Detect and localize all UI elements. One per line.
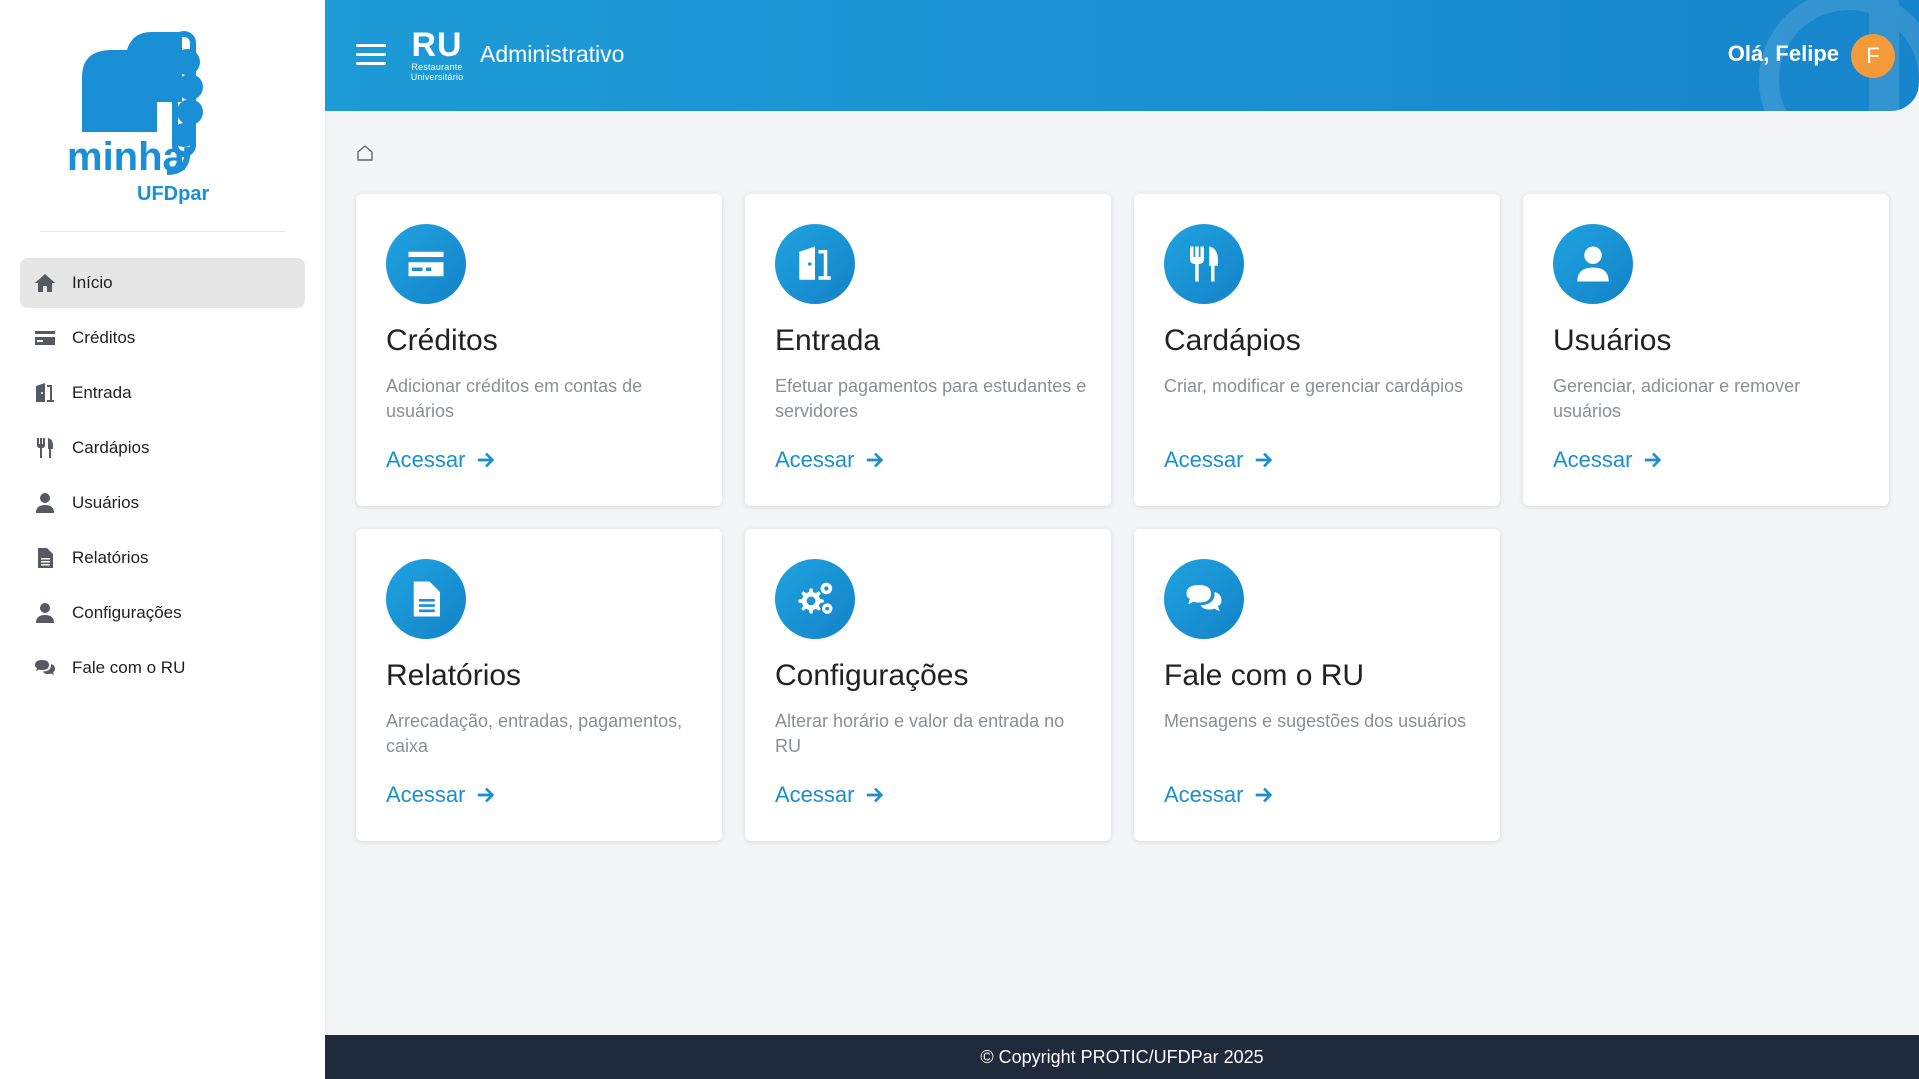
sidebar-item-label: Créditos: [72, 328, 136, 347]
acessar-link[interactable]: Acessar: [775, 782, 886, 808]
acessar-link[interactable]: Acessar: [386, 782, 497, 808]
sidebar-item-label: Fale com o RU: [72, 658, 186, 677]
sidebar-item-fale-com-o-ru[interactable]: Fale com o RU: [20, 643, 305, 693]
utensils-icon: [1164, 224, 1244, 304]
acessar-label: Acessar: [1164, 447, 1244, 472]
card-title: Cardápios: [1164, 324, 1301, 357]
header-title: Administrativo: [480, 41, 625, 67]
sidebar-item-label: Cardápios: [72, 438, 150, 457]
arrow-right-icon: [478, 787, 495, 803]
top-header: RU Restaurante Universitário Administrat…: [325, 0, 1919, 111]
acessar-link[interactable]: Acessar: [775, 447, 886, 473]
sidebar: minha UFDpar Início Créditos Entrada Car…: [0, 0, 325, 1079]
card-creditos: Créditos Adicionar créditos em contas de…: [356, 194, 722, 506]
card-title: Usuários: [1553, 324, 1672, 357]
acessar-link[interactable]: Acessar: [386, 447, 497, 473]
card-description: Adicionar créditos em contas de usuários: [386, 376, 643, 421]
sidebar-item-label: Relatórios: [72, 548, 149, 567]
arrow-right-icon: [867, 787, 884, 803]
ru-logo[interactable]: RU Restaurante Universitário: [401, 28, 473, 82]
sidebar-item-relatorios[interactable]: Relatórios: [20, 533, 305, 583]
document-icon: [386, 559, 466, 639]
card-configuracoes: Configurações Alterar horário e valor da…: [745, 529, 1111, 841]
arrow-right-icon: [478, 452, 495, 468]
chat-icon: [32, 655, 58, 681]
acessar-label: Acessar: [386, 447, 466, 472]
document-icon: [32, 545, 58, 571]
user-icon: [1553, 224, 1633, 304]
card-title: Relatórios: [386, 659, 522, 692]
arrow-right-icon: [1256, 452, 1273, 468]
card-relatorios: Relatórios Arrecadação, entradas, pagame…: [356, 529, 722, 841]
acessar-link[interactable]: Acessar: [1164, 447, 1275, 473]
acessar-label: Acessar: [386, 782, 466, 807]
user-icon: [32, 490, 58, 516]
sidebar-item-entrada[interactable]: Entrada: [20, 368, 305, 418]
chat-icon: [1164, 559, 1244, 639]
card-title: Configurações: [775, 659, 969, 692]
sidebar-item-inicio[interactable]: Início: [20, 258, 305, 308]
ru-logo-title: RU: [411, 26, 463, 64]
acessar-label: Acessar: [1553, 447, 1633, 472]
user-greeting[interactable]: Olá, Felipe: [1728, 41, 1839, 67]
gears-icon: [775, 559, 855, 639]
sidebar-item-cardapios[interactable]: Cardápios: [20, 423, 305, 473]
home-icon: [32, 270, 58, 296]
card-entrada: Entrada Efetuar pagamentos para estudant…: [745, 194, 1111, 506]
logo-divider: [40, 231, 285, 232]
card-usuarios: Usuários Gerenciar, adicionar e remover …: [1523, 194, 1889, 506]
arrow-right-icon: [1256, 787, 1273, 803]
sidebar-item-usuarios[interactable]: Usuários: [20, 478, 305, 528]
hamburger-bar: [356, 44, 386, 47]
hamburger-bar: [356, 62, 386, 65]
logo-text-sub: UFDpar: [137, 183, 209, 205]
arrow-right-icon: [1645, 452, 1662, 468]
acessar-link[interactable]: Acessar: [1164, 782, 1275, 808]
acessar-label: Acessar: [1164, 782, 1244, 807]
credit-card-icon: [386, 224, 466, 304]
hamburger-bar: [356, 53, 386, 56]
card-title: Entrada: [775, 324, 881, 357]
sidebar-item-configuracoes[interactable]: Configurações: [20, 588, 305, 638]
acessar-label: Acessar: [775, 782, 855, 807]
sidebar-item-creditos[interactable]: Créditos: [20, 313, 305, 363]
card-description: Gerenciar, adicionar e remover usuários: [1553, 376, 1801, 421]
card-cardapios: Cardápios Criar, modificar e gerenciar c…: [1134, 194, 1500, 506]
acessar-link[interactable]: Acessar: [1553, 447, 1664, 473]
arrow-right-icon: [867, 452, 884, 468]
sidebar-item-label: Entrada: [72, 383, 132, 402]
card-description: Efetuar pagamentos para estudantes e ser…: [775, 376, 1087, 421]
ru-logo-subtitle-2: Universitário: [410, 72, 464, 82]
utensils-icon: [32, 435, 58, 461]
card-title: Créditos: [386, 324, 498, 357]
breadcrumb-home-icon[interactable]: [355, 143, 375, 163]
user-icon: [32, 600, 58, 626]
door-icon: [32, 380, 58, 406]
sidebar-item-label: Início: [72, 273, 113, 292]
sidebar-item-label: Usuários: [72, 493, 140, 512]
footer: © Copyright PROTIC/UFDPar 2025: [325, 1035, 1919, 1079]
card-description: Criar, modificar e gerenciar cardápios: [1164, 376, 1464, 396]
acessar-label: Acessar: [775, 447, 855, 472]
footer-copyright: © Copyright PROTIC/UFDPar 2025: [980, 1046, 1264, 1067]
card-description: Mensagens e sugestões dos usuários: [1164, 711, 1467, 731]
card-fale-com-o-ru: Fale com o RU Mensagens e sugestões dos …: [1134, 529, 1500, 841]
card-description: Alterar horário e valor da entrada no RU: [775, 711, 1065, 756]
door-icon: [775, 224, 855, 304]
sidebar-item-label: Configurações: [72, 603, 182, 622]
card-description: Arrecadação, entradas, pagamentos, caixa: [386, 711, 683, 756]
menu-toggle-button[interactable]: [356, 44, 386, 66]
ru-logo-subtitle-1: Restaurante: [411, 62, 463, 72]
avatar[interactable]: F: [1851, 34, 1895, 78]
credit-card-icon: [32, 325, 58, 351]
minha-ufdpar-logo[interactable]: minha UFDpar: [62, 22, 252, 212]
logo-text-main: minha: [67, 135, 186, 179]
card-title: Fale com o RU: [1164, 659, 1365, 692]
sidebar-nav: Início Créditos Entrada Cardápios Usuári…: [20, 258, 305, 698]
